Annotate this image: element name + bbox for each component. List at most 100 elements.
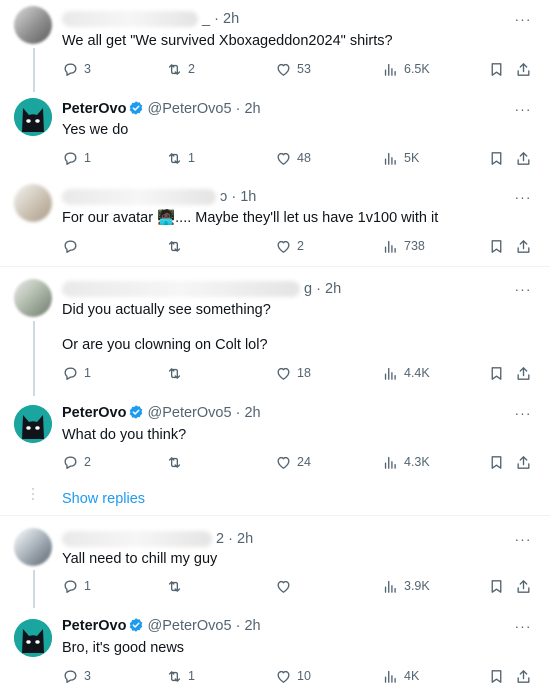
share-button[interactable] <box>515 236 532 256</box>
bookmark-button[interactable] <box>488 666 505 686</box>
reply-button[interactable]: 1 <box>62 363 91 383</box>
display-name[interactable]: PeterOvo <box>62 618 126 634</box>
more-icon[interactable]: ··· <box>514 12 532 32</box>
bookmark-button[interactable] <box>488 576 505 596</box>
share-button[interactable] <box>515 576 532 596</box>
avatar[interactable] <box>14 6 52 44</box>
tweet-actions: 2 24 4.3K <box>62 452 550 472</box>
tweet[interactable]: g · 2h ··· Did you actually see somethin… <box>0 267 550 396</box>
like-count: 10 <box>297 669 311 683</box>
tweet[interactable]: ɔ · 1h ··· For our avatar 🧑🏿‍💻.... Maybe… <box>0 176 550 266</box>
more-icon[interactable]: ··· <box>514 406 532 426</box>
retweet-icon <box>166 238 183 255</box>
timestamp[interactable]: 2h <box>325 281 341 297</box>
avatar[interactable] <box>14 98 52 136</box>
tweet-header: ɔ · 1h <box>62 188 256 206</box>
tweet[interactable]: _ · 2h ··· We all get "We survived Xboxa… <box>0 0 550 92</box>
like-button[interactable]: 10 <box>275 666 311 686</box>
tweet-header: PeterOvo @PeterOvo5 · 2h <box>62 617 261 635</box>
avatar[interactable] <box>14 405 52 443</box>
avatar[interactable] <box>14 279 52 317</box>
tweet[interactable]: PeterOvo @PeterOvo5 · 2h ··· What do you … <box>0 396 550 480</box>
more-icon[interactable]: ··· <box>514 619 532 639</box>
tweet[interactable]: PeterOvo @PeterOvo5 · 2h ··· Yes we do 1 … <box>0 92 550 176</box>
views-button[interactable]: 738 <box>382 236 425 256</box>
more-icon[interactable]: ··· <box>514 190 532 210</box>
tweet[interactable]: PeterOvo @PeterOvo5 · 2h ··· Bro, it's go… <box>0 608 550 699</box>
show-replies-link[interactable]: Show replies <box>62 491 145 507</box>
retweet-button[interactable] <box>166 452 188 472</box>
tweet[interactable]: 2 · 2h ··· Yall need to chill my guy 1 3… <box>0 516 550 608</box>
like-button[interactable] <box>275 576 297 596</box>
retweet-button[interactable]: 2 <box>166 59 195 79</box>
views-button[interactable]: 4.4K <box>382 363 430 383</box>
bookmark-button[interactable] <box>488 59 505 79</box>
views-icon <box>382 365 399 382</box>
reply-button[interactable]: 3 <box>62 59 91 79</box>
bookmark-button[interactable] <box>488 236 505 256</box>
timestamp[interactable]: 1h <box>240 189 256 205</box>
like-button[interactable]: 24 <box>275 452 311 472</box>
reply-icon <box>62 578 79 595</box>
timestamp[interactable]: 2h <box>237 531 253 547</box>
handle[interactable]: @PeterOvo5 <box>147 618 231 634</box>
retweet-count: 1 <box>188 669 195 683</box>
more-icon[interactable]: ··· <box>514 102 532 122</box>
tweet-header: _ · 2h <box>62 10 239 28</box>
avatar[interactable] <box>14 528 52 566</box>
views-button[interactable]: 4K <box>382 666 419 686</box>
views-button[interactable]: 3.9K <box>382 576 430 596</box>
like-button[interactable]: 48 <box>275 148 311 168</box>
views-button[interactable]: 4.3K <box>382 452 430 472</box>
bookmark-button[interactable] <box>488 363 505 383</box>
more-icon[interactable]: ··· <box>514 532 532 552</box>
retweet-button[interactable]: 1 <box>166 148 195 168</box>
reply-button[interactable] <box>62 236 84 256</box>
more-icon[interactable]: ··· <box>514 282 532 302</box>
timestamp[interactable]: 2h <box>244 618 260 634</box>
bookmark-button[interactable] <box>488 148 505 168</box>
reply-button[interactable]: 1 <box>62 576 91 596</box>
retweet-icon <box>166 365 183 382</box>
views-icon <box>382 454 399 471</box>
timestamp[interactable]: 2h <box>223 11 239 27</box>
handle[interactable]: @PeterOvo5 <box>147 101 231 117</box>
share-icon <box>515 150 532 167</box>
share-button[interactable] <box>515 148 532 168</box>
retweet-button[interactable]: 1 <box>166 666 195 686</box>
reply-button[interactable]: 3 <box>62 666 91 686</box>
share-button[interactable] <box>515 59 532 79</box>
views-button[interactable]: 5K <box>382 148 419 168</box>
views-icon <box>382 578 399 595</box>
avatar[interactable] <box>14 184 52 222</box>
display-name[interactable]: PeterOvo <box>62 405 126 421</box>
retweet-button[interactable] <box>166 236 188 256</box>
retweet-button[interactable] <box>166 363 188 383</box>
reply-button[interactable]: 2 <box>62 452 91 472</box>
share-button[interactable] <box>515 666 532 686</box>
handle[interactable]: @PeterOvo5 <box>147 405 231 421</box>
timestamp[interactable]: 2h <box>244 405 260 421</box>
handle-tail: ɔ <box>220 189 228 205</box>
share-button[interactable] <box>515 452 532 472</box>
views-button[interactable]: 6.5K <box>382 59 430 79</box>
retweet-button[interactable] <box>166 576 188 596</box>
view-count: 6.5K <box>404 62 430 76</box>
retweet-icon <box>166 61 183 78</box>
tweet-actions: 1 3.9K <box>62 576 550 596</box>
reply-button[interactable]: 1 <box>62 148 91 168</box>
views-icon <box>382 238 399 255</box>
share-button[interactable] <box>515 363 532 383</box>
avatar[interactable] <box>14 619 52 657</box>
like-button[interactable]: 2 <box>275 236 304 256</box>
redacted-username <box>62 11 198 28</box>
thread-dots <box>32 488 34 503</box>
tweet-header: g · 2h <box>62 280 341 298</box>
display-name[interactable]: PeterOvo <box>62 101 126 117</box>
like-button[interactable]: 53 <box>275 59 311 79</box>
bookmark-button[interactable] <box>488 452 505 472</box>
reply-count: 2 <box>84 455 91 469</box>
views-icon <box>382 668 399 685</box>
like-button[interactable]: 18 <box>275 363 311 383</box>
timestamp[interactable]: 2h <box>244 101 260 117</box>
